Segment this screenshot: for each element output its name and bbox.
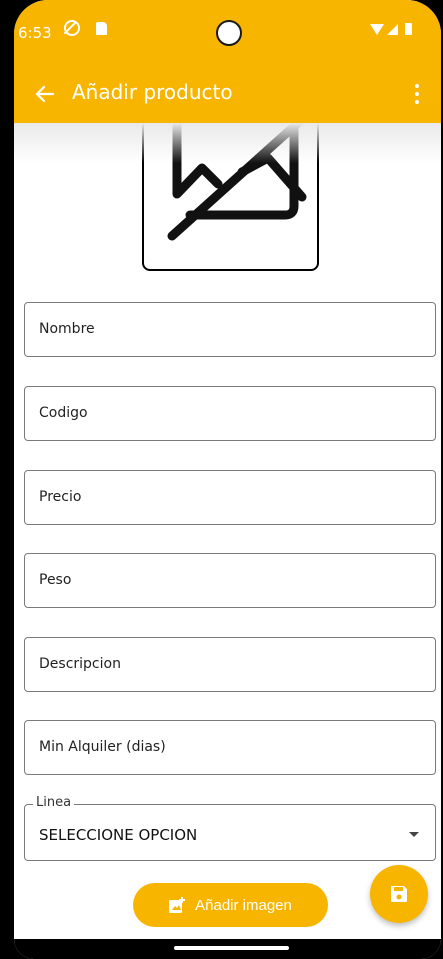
linea-select[interactable]: Linea SELECCIONE OPCION — [24, 795, 436, 861]
page-title: Añadir producto — [72, 80, 233, 104]
precio-placeholder: Precio — [39, 489, 82, 505]
wifi-icon — [370, 24, 384, 35]
home-indicator[interactable] — [174, 946, 289, 950]
dropdown-arrow-icon[interactable] — [409, 832, 419, 837]
add-image-button[interactable]: Añadir imagen — [133, 883, 328, 927]
arrow-back-icon[interactable] — [34, 83, 56, 105]
more-vert-icon[interactable] — [415, 84, 419, 104]
codigo-placeholder: Codigo — [39, 405, 88, 421]
precio-field[interactable]: Precio — [24, 470, 436, 525]
signal-icon — [387, 24, 398, 35]
save-icon — [391, 886, 407, 902]
appbar-shadow — [14, 123, 441, 163]
camera-cutout — [216, 20, 242, 46]
navigation-bar — [14, 939, 441, 959]
status-time: 6:53 — [18, 24, 52, 42]
codigo-field[interactable]: Codigo — [24, 386, 436, 441]
nombre-placeholder: Nombre — [39, 321, 95, 337]
add-photo-icon — [169, 897, 186, 913]
battery-icon — [405, 23, 412, 35]
peso-placeholder: Peso — [39, 572, 72, 588]
min-alquiler-field[interactable]: Min Alquiler (dias) — [24, 720, 436, 775]
dnd-icon — [64, 20, 80, 36]
min-alquiler-placeholder: Min Alquiler (dias) — [39, 739, 166, 755]
linea-selected-value: SELECCIONE OPCION — [39, 826, 198, 844]
status-bar: 6:53 — [14, 0, 441, 66]
add-image-label: Añadir imagen — [195, 896, 292, 914]
save-fab[interactable] — [370, 865, 428, 923]
nombre-field[interactable]: Nombre — [24, 302, 436, 357]
sd-card-icon — [96, 22, 107, 35]
peso-field[interactable]: Peso — [24, 553, 436, 608]
descripcion-field[interactable]: Descripcion — [24, 637, 436, 692]
linea-label: Linea — [33, 795, 75, 810]
app-bar: Añadir producto — [14, 66, 441, 123]
descripcion-placeholder: Descripcion — [39, 656, 121, 672]
phone-screen: 6:53 Añadir producto Nombre Codigo Preci… — [14, 0, 441, 959]
